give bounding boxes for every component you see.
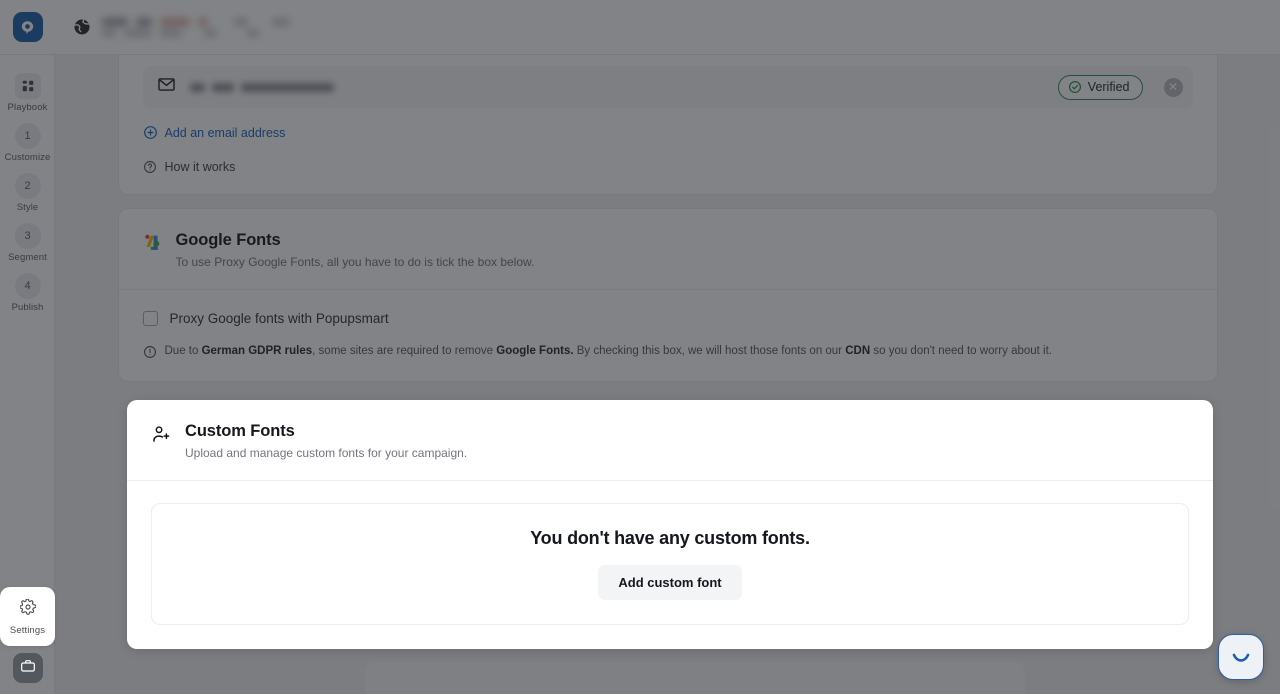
custom-fonts-subtitle: Upload and manage custom fonts for your … — [185, 446, 468, 460]
users-add-icon — [151, 424, 172, 460]
custom-fonts-header: Custom Fonts Upload and manage custom fo… — [127, 400, 1213, 480]
add-custom-font-button[interactable]: Add custom font — [598, 565, 742, 600]
chat-widget-button[interactable] — [1218, 634, 1264, 680]
custom-fonts-title: Custom Fonts — [185, 422, 295, 440]
briefcase-icon — [20, 658, 36, 679]
gear-icon — [0, 598, 55, 620]
empty-state-title: You don't have any custom fonts. — [530, 528, 810, 548]
custom-fonts-empty-state: You don't have any custom fonts. Add cus… — [151, 503, 1189, 625]
divider — [127, 480, 1213, 481]
chat-smile-icon — [1229, 649, 1253, 665]
settings-label: Settings — [9, 625, 46, 636]
briefcase-button[interactable] — [12, 653, 43, 683]
custom-fonts-panel: Custom Fonts Upload and manage custom fo… — [127, 400, 1213, 649]
sidebar-item-settings[interactable]: Settings — [0, 587, 55, 646]
